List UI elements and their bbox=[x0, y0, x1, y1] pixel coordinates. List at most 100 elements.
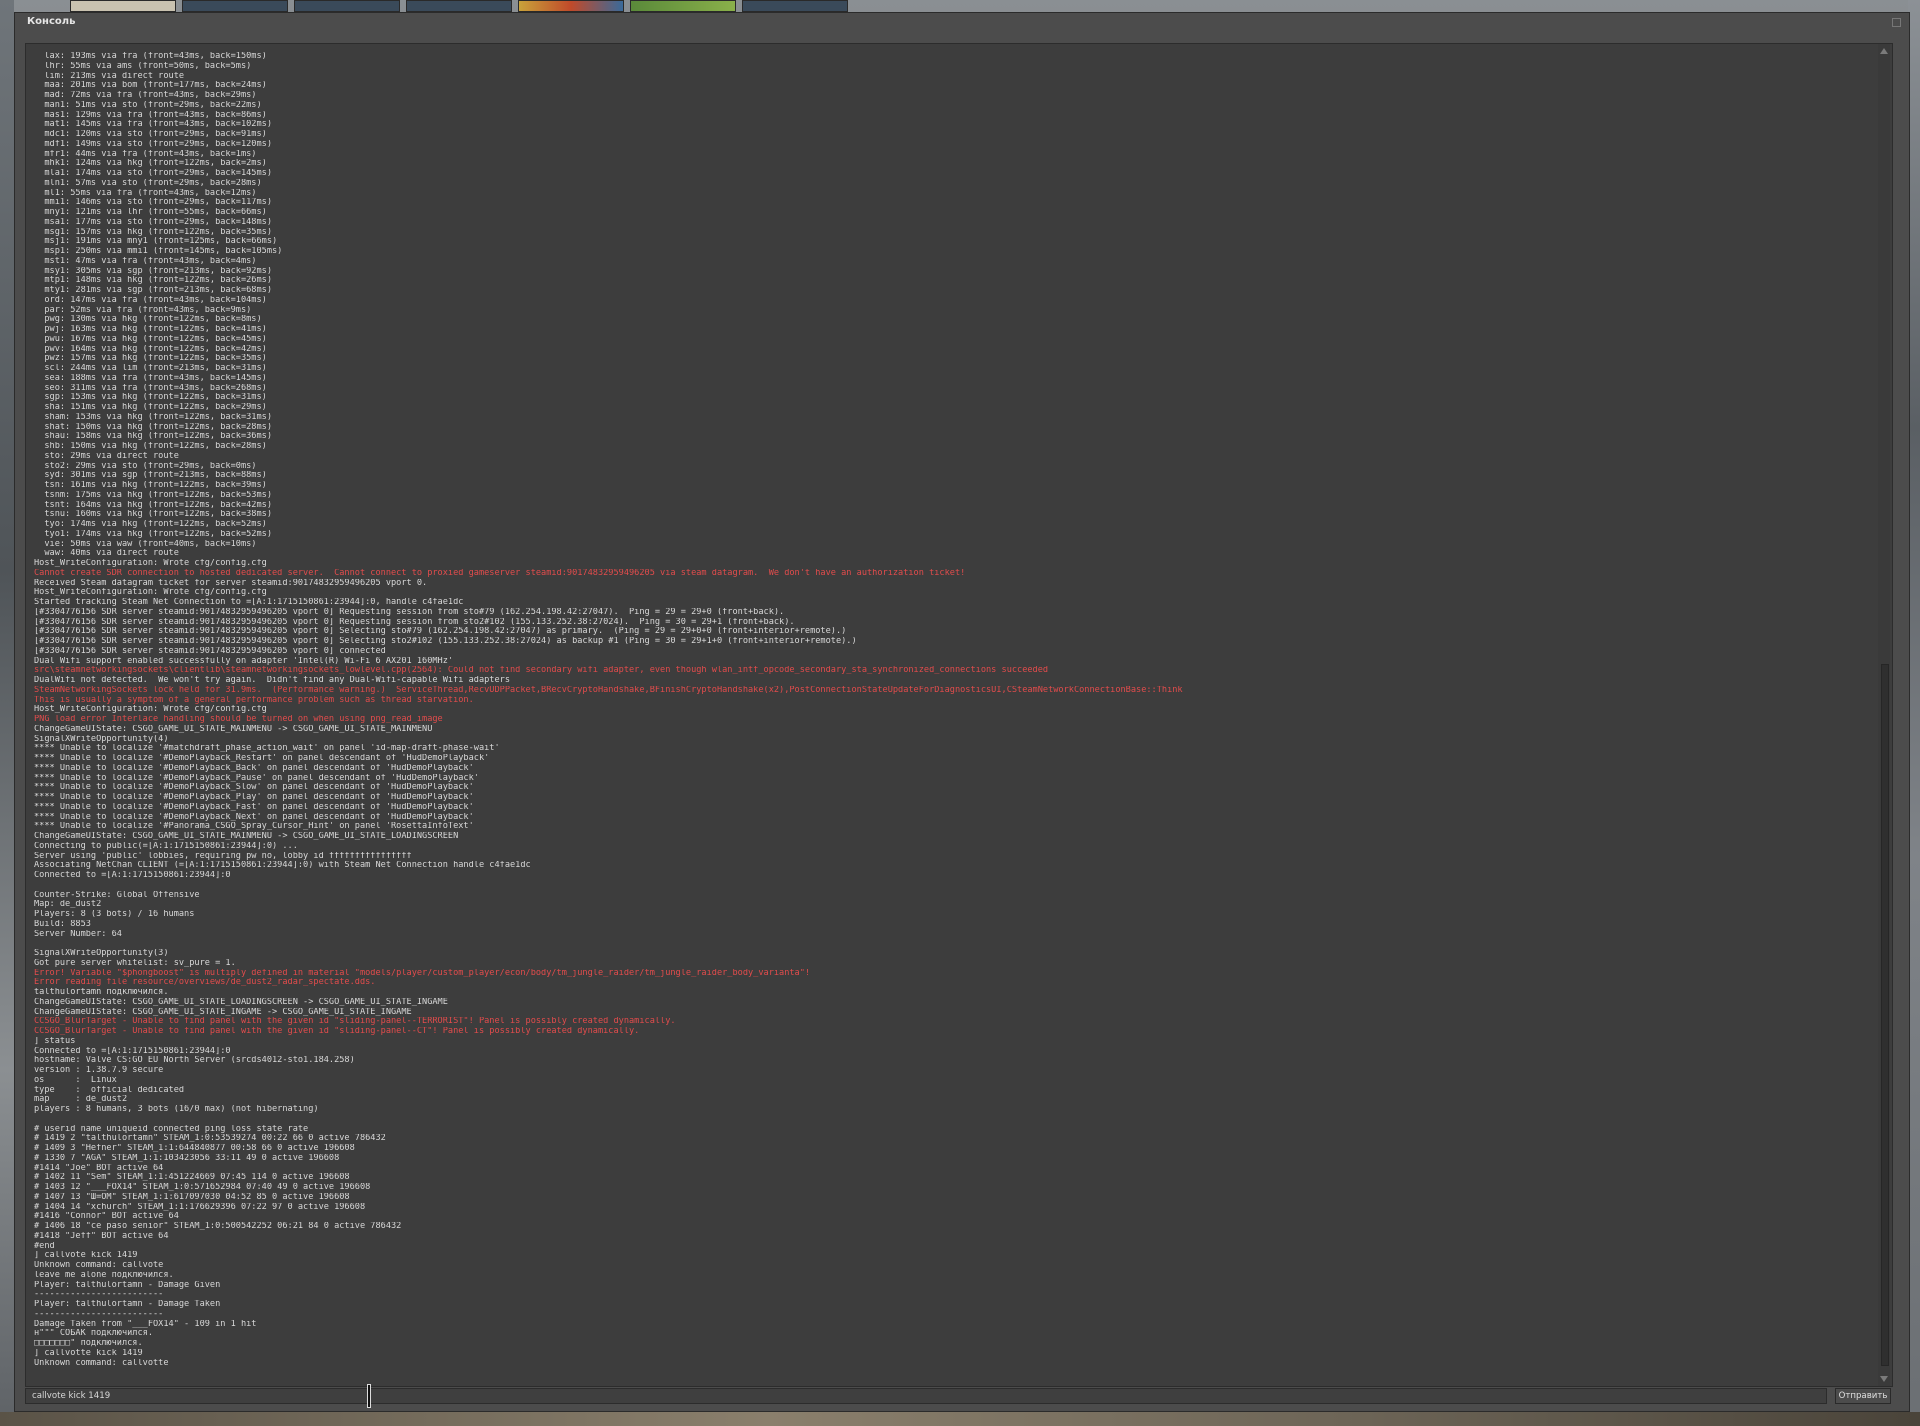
submit-button[interactable]: Отправить bbox=[1835, 1388, 1891, 1404]
console-line: sham: 153ms via hkg (front=122ms, back=3… bbox=[34, 412, 272, 422]
scroll-up-icon[interactable] bbox=[1880, 48, 1888, 54]
console-line: msj1: 191ms via mny1 (front=125ms, back=… bbox=[34, 237, 278, 247]
console-line: ------------------------- bbox=[34, 1290, 164, 1300]
console-line: type : official dedicated bbox=[34, 1085, 185, 1095]
console-titlebar[interactable]: Консоль bbox=[15, 13, 1909, 33]
console-line: □□□□□□□" подключился. bbox=[34, 1339, 143, 1348]
console-line: Player: talthulortamn - Damage Given bbox=[34, 1280, 221, 1290]
console-title: Консоль bbox=[27, 16, 76, 27]
console-line: mad: 72ms via fra (front=43ms, back=29ms… bbox=[34, 91, 257, 100]
console-line: shat: 150ms via hkg (front=122ms, back=2… bbox=[34, 422, 272, 432]
console-error-line: Error reading file resource/overviews/de… bbox=[34, 978, 376, 988]
console-line: msy1: 305ms via sgp (front=213ms, back=9… bbox=[34, 266, 272, 276]
console-line: #1414 "Joe" BOT active 64 bbox=[34, 1163, 164, 1173]
console-error-line: PNG load error Interlace handling should… bbox=[34, 715, 443, 724]
scroll-thumb[interactable] bbox=[1881, 664, 1889, 1366]
console-line: msa1: 177ms via sto (front=29ms, back=14… bbox=[34, 217, 272, 227]
console-line: mny1: 121ms via lhr (front=55ms, back=66… bbox=[34, 208, 267, 217]
console-line: mdc1: 120ms via sto (front=29ms, back=91… bbox=[34, 130, 267, 139]
console-line: # 1403 12 "___FOX14" STEAM_1:0:571652984… bbox=[34, 1183, 371, 1192]
console-line: **** Unable to localize '#Panorama_CSGO_… bbox=[34, 822, 474, 832]
console-line: pwg: 130ms via hkg (front=122ms, back=8m… bbox=[34, 315, 262, 325]
console-line: [#3304776156 SDR server steamid:90174832… bbox=[34, 637, 857, 646]
background-thumbnail bbox=[70, 0, 176, 12]
console-line: pwz: 157ms via hkg (front=122ms, back=35… bbox=[34, 354, 267, 364]
console-line: shau: 158ms via hkg (front=122ms, back=3… bbox=[34, 432, 272, 442]
console-line: mst1: 47ms via fra (front=43ms, back=4ms… bbox=[34, 256, 257, 266]
console-line: **** Unable to localize '#DemoPlayback_P… bbox=[34, 793, 474, 802]
console-line: mmi1: 146ms via sto (front=29ms, back=11… bbox=[34, 198, 272, 208]
console-line: ChangeGameUIState: CSGO_GAME_UI_STATE_IN… bbox=[34, 1007, 412, 1017]
console-line: tsnt: 164ms via hkg (front=122ms, back=4… bbox=[34, 500, 272, 510]
console-line: syd: 301ms via sgp (front=213ms, back=88… bbox=[34, 471, 267, 481]
console-error-line: CCSGO_BlurTarget - Unable to find panel … bbox=[34, 1017, 676, 1027]
console-line: tyo: 174ms via hkg (front=122ms, back=52… bbox=[34, 520, 267, 529]
console-line: msp1: 250ms via mmi1 (front=145ms, back=… bbox=[34, 247, 283, 256]
console-line: mty1: 281ms via sgp (front=213ms, back=6… bbox=[34, 286, 272, 295]
console-line: sgp: 153ms via hkg (front=122ms, back=31… bbox=[34, 393, 267, 403]
console-line: # 1402 11 "Sem" STEAM_1:1:451224669 07:4… bbox=[34, 1173, 350, 1183]
console-line: Host_WriteConfiguration: Wrote cfg/confi… bbox=[34, 705, 267, 715]
console-line: ] status bbox=[34, 1036, 76, 1046]
scroll-down-icon[interactable] bbox=[1880, 1376, 1888, 1382]
console-line: Dual Wifi support enabled successfully o… bbox=[34, 656, 454, 666]
console-line: maa: 201ms via bom (front=177ms, back=24… bbox=[34, 81, 267, 91]
background-thumbnail bbox=[630, 0, 736, 12]
console-output[interactable]: lax: 193ms via fra (front=43ms, back=150… bbox=[25, 43, 1893, 1387]
console-line: #1416 "Connor" BOT active 64 bbox=[34, 1212, 179, 1222]
console-line: Got pure server whitelist: sv_pure = 1. bbox=[34, 958, 236, 968]
console-line: н""" СОБАК подключился. bbox=[34, 1329, 153, 1339]
console-line: vie: 50ms via waw (front=40ms, back=10ms… bbox=[34, 539, 257, 549]
console-line: leave me alone подключился. bbox=[34, 1270, 174, 1280]
console-line: **** Unable to localize '#DemoPlayback_P… bbox=[34, 773, 479, 783]
console-error-line: Cannot create SDR connection to hosted d… bbox=[34, 568, 966, 578]
console-line: seo: 311ms via fra (front=43ms, back=268… bbox=[34, 383, 267, 393]
console-line: sha: 151ms via hkg (front=122ms, back=29… bbox=[34, 403, 267, 412]
console-line: DualWifi not detected. We won't try agai… bbox=[34, 676, 510, 685]
background-thumbnail bbox=[182, 0, 288, 12]
console-line: mln1: 57ms via sto (front=29ms, back=28m… bbox=[34, 178, 262, 188]
console-line: pwj: 163ms via hkg (front=122ms, back=41… bbox=[34, 325, 267, 334]
console-line: **** Unable to localize '#DemoPlayback_S… bbox=[34, 783, 474, 793]
console-line: ] callvote kick 1419 bbox=[34, 1251, 138, 1261]
console-line: #end bbox=[34, 1241, 55, 1251]
console-line: Connecting to public(=[A:1:1715150861:23… bbox=[34, 841, 298, 851]
console-line: ord: 147ms via fra (front=43ms, back=104… bbox=[34, 295, 267, 305]
console-line: #1418 "Jeff" BOT active 64 bbox=[34, 1231, 169, 1241]
scrollbar[interactable] bbox=[1878, 44, 1890, 1386]
console-line: **** Unable to localize '#DemoPlayback_B… bbox=[34, 763, 474, 773]
console-line: Started tracking Steam Net Connection to… bbox=[34, 598, 464, 607]
background-thumbnail-strip bbox=[70, 0, 848, 12]
console-error-line: src\steamnetworkingsockets\clientlib\ste… bbox=[34, 666, 1049, 676]
console-line: # 1330 7 "AGA" STEAM_1:1:103423056 33:11… bbox=[34, 1153, 340, 1163]
console-line: Connected to =[A:1:1715150861:23944]:0 bbox=[34, 871, 231, 880]
console-line: Build: 8853 bbox=[34, 919, 91, 929]
console-line: [#3304776156 SDR server steamid:90174832… bbox=[34, 617, 795, 627]
console-line: mas1: 129ms via fra (front=43ms, back=86… bbox=[34, 110, 267, 120]
text-cursor-icon bbox=[365, 1384, 371, 1408]
console-line: sto2: 29ms via sto (front=29ms, back=0ms… bbox=[34, 461, 257, 471]
console-line: **** Unable to localize '#matchdraft_pha… bbox=[34, 744, 500, 754]
console-line: hostname: Valve CS:GO EU North Server (s… bbox=[34, 1056, 355, 1066]
background-thumbnail bbox=[518, 0, 624, 12]
console-line: waw: 40ms via direct route bbox=[34, 549, 179, 559]
console-line: talthulortamn подключился. bbox=[34, 988, 169, 997]
background-thumbnail bbox=[406, 0, 512, 12]
console-line: tsn: 161ms via hkg (front=122ms, back=39… bbox=[34, 481, 267, 490]
console-line: ChangeGameUIState: CSGO_GAME_UI_STATE_MA… bbox=[34, 832, 459, 841]
console-line: # 1419 2 "talthulortamn" STEAM_1:0:53539… bbox=[34, 1134, 386, 1144]
close-icon[interactable] bbox=[1892, 18, 1901, 27]
console-line: sto: 29ms via direct route bbox=[34, 451, 179, 461]
console-output-lines: lax: 193ms via fra (front=43ms, back=150… bbox=[34, 52, 1872, 1368]
console-line: Server Number: 64 bbox=[34, 929, 122, 939]
console-line: [#3304776156 SDR server steamid:90174832… bbox=[34, 607, 785, 617]
console-error-line: SteamNetworkingSockets lock held for 31.… bbox=[34, 685, 1183, 695]
console-line: os : Linux bbox=[34, 1075, 117, 1085]
command-input[interactable] bbox=[25, 1388, 1827, 1404]
console-line: lhr: 55ms via ams (front=50ms, back=5ms) bbox=[34, 61, 252, 71]
console-error-line: CCSGO_BlurTarget - Unable to find panel … bbox=[34, 1027, 640, 1036]
console-line: tsnu: 160ms via hkg (front=122ms, back=3… bbox=[34, 510, 272, 520]
console-line: ChangeGameUIState: CSGO_GAME_UI_STATE_MA… bbox=[34, 724, 433, 734]
